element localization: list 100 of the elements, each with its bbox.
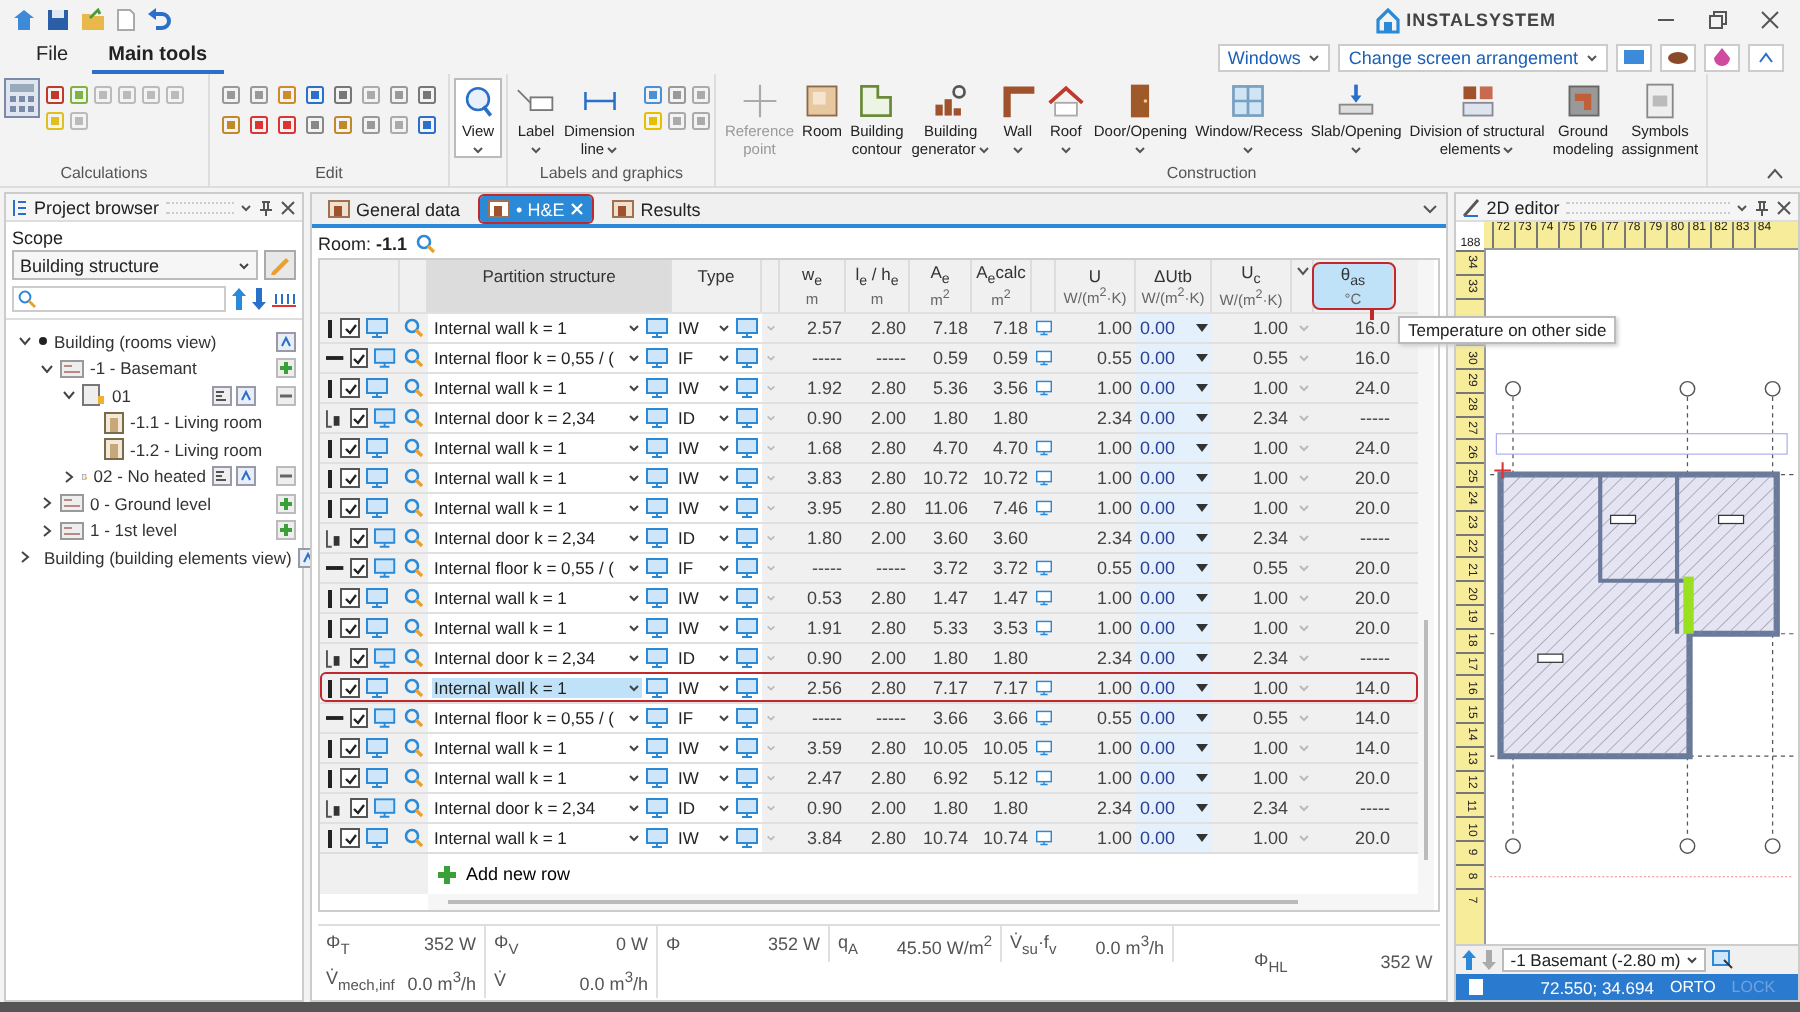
monitor-icon[interactable] xyxy=(646,468,668,488)
expander-icon[interactable] xyxy=(40,496,54,511)
windows-dropdown[interactable]: Windows xyxy=(1217,43,1331,71)
close-icon[interactable] xyxy=(280,199,296,215)
tree-item[interactable]: Building (rooms view) xyxy=(54,331,217,352)
view-icon[interactable] xyxy=(236,466,256,487)
monitor-icon[interactable] xyxy=(646,408,668,428)
arrow-up-icon[interactable] xyxy=(1462,950,1477,970)
monitor-icon[interactable] xyxy=(646,828,668,848)
table-row[interactable]: Internal floor k = 0,55 / ( IF ----- ----- 3.66 3.66 0.55 0.00 0.55 14.0 xyxy=(320,702,1418,732)
monitor-icon[interactable] xyxy=(646,588,668,608)
plus-icon[interactable] xyxy=(276,493,296,514)
caret-icon[interactable] xyxy=(1350,145,1363,153)
monitor-icon[interactable] xyxy=(646,348,668,368)
checkbox[interactable] xyxy=(340,468,360,488)
search-icon[interactable] xyxy=(404,318,424,338)
checkbox[interactable] xyxy=(340,618,360,638)
chevron-up-icon[interactable] xyxy=(1766,168,1784,180)
monitor-icon[interactable] xyxy=(1036,378,1052,398)
monitor-icon[interactable] xyxy=(1036,498,1052,518)
caret-icon[interactable] xyxy=(1295,266,1309,276)
arrangement-dropdown[interactable]: Change screen arrangement xyxy=(1338,43,1608,71)
expander-icon[interactable] xyxy=(18,550,32,565)
monitor-icon[interactable] xyxy=(736,468,758,488)
monitor-icon[interactable] xyxy=(646,738,668,758)
caret-icon[interactable] xyxy=(1196,474,1208,482)
tree-item[interactable]: 02 - No heated xyxy=(93,466,206,487)
search-icon[interactable] xyxy=(404,588,424,608)
search-icon[interactable] xyxy=(404,708,424,728)
monitor-icon[interactable] xyxy=(646,678,668,698)
monitor-icon[interactable] xyxy=(1036,318,1052,338)
brush-button-icon[interactable] xyxy=(1660,43,1696,71)
view-icon[interactable] xyxy=(236,385,256,406)
undo-icon[interactable] xyxy=(146,8,172,32)
search-icon[interactable] xyxy=(404,498,424,518)
structure-dropdown[interactable]: Internal wall k = 1 xyxy=(432,678,642,698)
caret-icon[interactable] xyxy=(606,145,619,154)
arrow-down-icon[interactable] xyxy=(252,288,266,310)
caret-icon[interactable] xyxy=(1196,414,1208,422)
checkbox[interactable] xyxy=(340,828,360,848)
monitor-icon[interactable] xyxy=(1036,738,1052,758)
search-icon[interactable] xyxy=(404,798,424,818)
table-row[interactable]: Internal floor k = 0,55 / ( IF ----- ----- 0.59 0.59 0.55 0.00 0.55 16.0 xyxy=(320,342,1418,372)
view-icon[interactable] xyxy=(276,331,296,352)
panel-grip[interactable] xyxy=(165,201,234,213)
expander-icon[interactable] xyxy=(40,361,54,376)
checkbox[interactable] xyxy=(340,768,360,788)
caret-icon[interactable] xyxy=(1736,203,1748,211)
plus-icon[interactable] xyxy=(276,358,296,379)
search-icon[interactable] xyxy=(404,618,424,638)
caret-icon[interactable] xyxy=(1196,834,1208,842)
checkbox[interactable] xyxy=(340,738,360,758)
caret-icon[interactable] xyxy=(1196,744,1208,752)
edit-icon[interactable] xyxy=(212,385,232,406)
monitor-icon[interactable] xyxy=(1036,768,1052,788)
document-tab[interactable]: Results xyxy=(604,196,709,222)
add-row-button[interactable]: Add new row xyxy=(428,854,579,894)
table-row[interactable]: Internal wall k = 1 IW 3.83 2.80 10.72 10.72 1.00 0.00 1.00 20.0 xyxy=(320,462,1418,492)
monitor-icon[interactable] xyxy=(736,348,758,368)
monitor-icon[interactable] xyxy=(736,798,758,818)
caret-icon[interactable] xyxy=(1196,594,1208,602)
caret-icon[interactable] xyxy=(1196,654,1208,662)
ribbon-tab[interactable]: File xyxy=(20,41,85,73)
horizontal-scrollbar[interactable] xyxy=(428,894,1418,910)
monitor-icon[interactable] xyxy=(1036,468,1052,488)
monitor-icon[interactable] xyxy=(736,768,758,788)
monitor-icon[interactable] xyxy=(736,648,758,668)
checkbox[interactable] xyxy=(340,438,360,458)
caret-icon[interactable] xyxy=(1196,384,1208,392)
caret-icon[interactable] xyxy=(240,203,252,211)
caret-icon[interactable] xyxy=(1196,684,1208,692)
panel-grip[interactable] xyxy=(1565,201,1730,213)
search-icon[interactable] xyxy=(404,348,424,368)
checkbox[interactable] xyxy=(349,528,369,548)
table-row[interactable]: Internal floor k = 0,55 / ( IF ----- ----- 3.72 3.72 0.55 0.00 0.55 20.0 xyxy=(320,552,1418,582)
monitor-icon[interactable] xyxy=(736,438,758,458)
close-icon[interactable] xyxy=(1760,10,1780,30)
checkbox[interactable] xyxy=(349,708,369,728)
table-row[interactable]: Internal door k = 2,34 ID 0.90 2.00 1.80 1.80 2.34 0.00 2.34 ----- xyxy=(320,792,1418,822)
checkbox[interactable] xyxy=(340,678,360,698)
search-icon[interactable] xyxy=(404,648,424,668)
caret-icon[interactable] xyxy=(1502,145,1515,154)
monitor-icon[interactable] xyxy=(736,528,758,548)
checkbox[interactable] xyxy=(349,408,369,428)
tree-item[interactable]: 1 - 1st level xyxy=(90,520,177,541)
monitor-icon[interactable] xyxy=(736,708,758,728)
caret-icon[interactable] xyxy=(1196,534,1208,542)
monitor-icon[interactable] xyxy=(646,558,668,578)
caret-icon[interactable] xyxy=(1196,354,1208,362)
monitor-icon[interactable] xyxy=(646,498,668,518)
caret-icon[interactable] xyxy=(977,145,990,154)
pin-icon[interactable] xyxy=(258,199,274,215)
save-icon[interactable] xyxy=(46,8,70,32)
monitor-icon[interactable] xyxy=(1036,828,1052,848)
table-row[interactable]: Internal wall k = 1 IW 3.84 2.80 10.74 10.74 1.00 0.00 1.00 20.0 xyxy=(320,822,1418,852)
monitor-icon[interactable] xyxy=(1036,558,1052,578)
monitor-icon[interactable] xyxy=(1036,588,1052,608)
checkbox[interactable] xyxy=(349,348,369,368)
document-tab[interactable]: • H&E xyxy=(480,196,593,222)
monitor-icon[interactable] xyxy=(736,318,758,338)
